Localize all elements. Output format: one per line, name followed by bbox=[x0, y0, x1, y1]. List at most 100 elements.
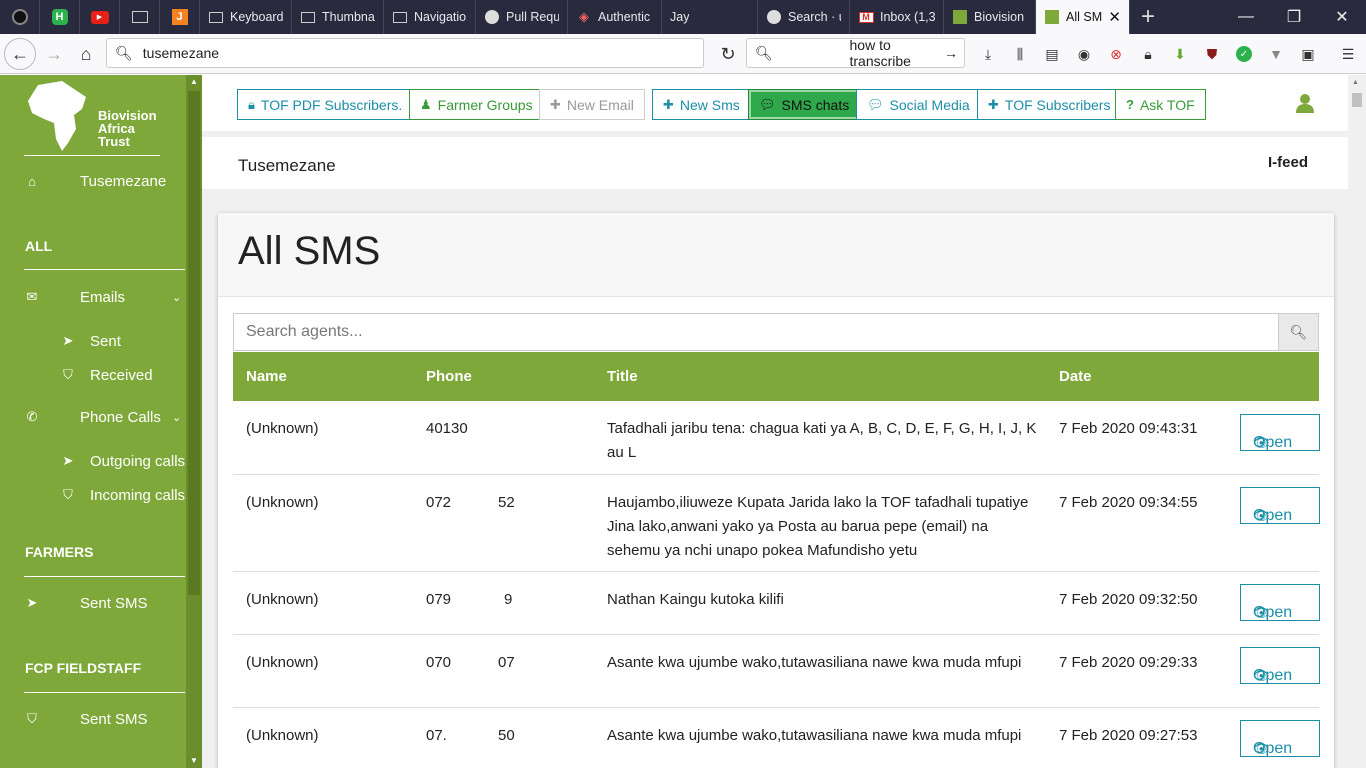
open-button[interactable]: 👁︎ Open bbox=[1240, 647, 1320, 684]
page-scrollbar[interactable]: ▲ bbox=[1348, 75, 1366, 768]
cell-phone: 40130 bbox=[426, 420, 468, 437]
sms-chats-button[interactable]: 💬︎ SMS chats bbox=[748, 89, 861, 120]
sidebar-item-emails[interactable]: ✉ Emails ⌄ bbox=[0, 285, 186, 309]
new-email-button[interactable]: ✚ New Email bbox=[539, 89, 645, 120]
extension-download-icon[interactable]: ⬇ bbox=[1164, 38, 1196, 70]
gmail-icon: M bbox=[858, 9, 874, 25]
search-bar[interactable]: 🔍︎ how to transcribe → bbox=[746, 37, 965, 69]
cell-phone: 07. bbox=[426, 727, 447, 744]
chat-icon: 💬︎ bbox=[759, 96, 776, 112]
screenshot-extension-icon[interactable]: ▣ bbox=[1292, 38, 1324, 70]
cell-title: Tafadhali jaribu tena: chagua kati ya A,… bbox=[607, 420, 1037, 461]
sidebar-scrollbar[interactable]: ▲ ▼ bbox=[186, 75, 202, 768]
tab-j[interactable]: J bbox=[160, 0, 200, 34]
tab-h[interactable]: H bbox=[40, 0, 80, 34]
home-button[interactable]: ⌂ bbox=[70, 38, 102, 70]
paper-plane-icon: ➤ bbox=[26, 595, 38, 610]
arrow-right-icon: → bbox=[45, 43, 63, 64]
person-icon: ♟ bbox=[420, 96, 432, 112]
monitor-icon bbox=[392, 9, 408, 25]
table-header: Name Phone Title Date bbox=[233, 352, 1319, 401]
sidebar-item-phone-calls[interactable]: ✆ Phone Calls ⌄ bbox=[0, 405, 186, 429]
phone-icon: ✆ bbox=[26, 409, 38, 424]
tab-jay[interactable]: Jay bbox=[662, 0, 758, 34]
url-bar[interactable]: 🔍︎ tusemezane bbox=[106, 38, 704, 68]
user-icon[interactable] bbox=[1296, 93, 1314, 118]
sidebar-item-farmers-sent-sms[interactable]: ➤ Sent SMS bbox=[0, 591, 186, 615]
obs-icon bbox=[11, 9, 28, 25]
cell-phone-suffix: 07 bbox=[498, 654, 515, 671]
social-media-button[interactable]: 💬︎ Social Media bbox=[856, 89, 981, 120]
sidebar-item-home[interactable]: ⌂ Tusemezane bbox=[0, 169, 186, 193]
menu-icon[interactable]: ☰ bbox=[1332, 38, 1364, 70]
farmer-groups-button[interactable]: ♟ Farmer Groups bbox=[409, 89, 544, 120]
search-input[interactable] bbox=[234, 314, 1278, 350]
forward-button[interactable]: → bbox=[38, 38, 70, 70]
ifeed-label[interactable]: I-feed bbox=[1268, 154, 1308, 171]
new-sms-button[interactable]: ✚ New Sms bbox=[652, 89, 751, 120]
open-button[interactable]: 👁︎ Open bbox=[1240, 487, 1320, 524]
open-button[interactable]: 👁︎ Open bbox=[1240, 720, 1320, 757]
sidebar-item-fcp-sent-sms[interactable]: ⛉ Sent SMS bbox=[0, 707, 186, 731]
tab-thumbnail[interactable]: Thumbna bbox=[292, 0, 384, 34]
biovision-logo[interactable]: Biovision Africa Trust bbox=[24, 79, 160, 155]
biovision-icon bbox=[952, 9, 968, 25]
tab-navigation[interactable]: Navigatio bbox=[384, 0, 476, 34]
open-button[interactable]: 👁︎ Open bbox=[1240, 584, 1320, 621]
open-button[interactable]: 👁︎ Open bbox=[1240, 414, 1320, 451]
sidebar-item-outgoing-calls[interactable]: ➤ Outgoing calls bbox=[0, 449, 186, 473]
scroll-up-arrow-icon[interactable]: ▲ bbox=[1352, 79, 1359, 86]
column-header-title: Title bbox=[607, 368, 638, 385]
maximize-button[interactable]: ❐ bbox=[1270, 0, 1318, 34]
tab-monitor[interactable] bbox=[120, 0, 160, 34]
sub-header: Tusemezane I-feed bbox=[202, 137, 1348, 189]
minimize-button[interactable]: — bbox=[1222, 0, 1270, 34]
sidebar-item-received[interactable]: ⛉ Received bbox=[0, 363, 186, 387]
back-button[interactable]: ← bbox=[4, 38, 36, 70]
tab-pull-requests[interactable]: Pull Requ bbox=[476, 0, 568, 34]
scroll-up-arrow-icon[interactable]: ▲ bbox=[186, 75, 202, 89]
blocker-icon[interactable]: ⊗ bbox=[1100, 38, 1132, 70]
tab-authentication[interactable]: ◈ Authentic bbox=[568, 0, 662, 34]
sidebar-item-incoming-calls[interactable]: ⛉ Incoming calls bbox=[0, 483, 186, 507]
sidebar-item-sent[interactable]: ➤ Sent bbox=[0, 329, 186, 353]
scroll-down-arrow-icon[interactable]: ▼ bbox=[186, 754, 202, 768]
tab-youtube[interactable]: ▶ bbox=[80, 0, 120, 34]
tab-obs[interactable] bbox=[0, 0, 40, 34]
search-button[interactable]: 🔍︎ bbox=[1278, 314, 1318, 350]
tab-biovision[interactable]: Biovision bbox=[944, 0, 1036, 34]
sms-card: All SMS 🔍︎ Name Phone Title Date (Unknow… bbox=[218, 213, 1334, 768]
close-window-button[interactable]: ✕ bbox=[1318, 0, 1366, 34]
go-arrow-icon[interactable]: → bbox=[944, 45, 958, 61]
new-tab-button[interactable]: + bbox=[1130, 0, 1166, 34]
scrollbar-thumb[interactable] bbox=[188, 91, 200, 595]
vpn-extension-icon[interactable]: ▼ bbox=[1260, 38, 1292, 70]
section-farmers: FARMERS bbox=[25, 544, 94, 560]
scrollbar-thumb[interactable] bbox=[1352, 93, 1362, 107]
tab-search[interactable]: Search · u bbox=[758, 0, 850, 34]
download-icon[interactable]: ⤓ bbox=[972, 38, 1004, 70]
plus-icon: ✚ bbox=[550, 96, 561, 112]
checkmark-extension-icon[interactable]: ✓ bbox=[1228, 38, 1260, 70]
ublock-icon[interactable]: ⛊ bbox=[1196, 38, 1228, 70]
home-icon: ⌂ bbox=[80, 43, 92, 64]
library-icon[interactable]: ⫼ bbox=[1004, 38, 1036, 70]
search-icon: 🔍︎ bbox=[1289, 323, 1308, 340]
cell-title: Haujambo,iliuweze Kupata Jarida lako la … bbox=[607, 494, 1029, 559]
reload-button[interactable]: ↻ bbox=[712, 38, 744, 70]
lock-extension-icon[interactable]: 🔒︎ bbox=[1132, 38, 1164, 70]
page-title: Tusemezane bbox=[238, 156, 336, 175]
account-icon[interactable]: ◉ bbox=[1068, 38, 1100, 70]
j-icon: J bbox=[171, 9, 188, 25]
inbox-icon: ⛉ bbox=[63, 367, 73, 382]
tab-all-sms[interactable]: All SM ✕ bbox=[1036, 0, 1130, 34]
tab-inbox[interactable]: M Inbox (1,3 bbox=[850, 0, 944, 34]
column-header-date: Date bbox=[1059, 368, 1092, 385]
ask-tof-button[interactable]: ? Ask TOF bbox=[1115, 89, 1206, 120]
sidebar-toggle-icon[interactable]: ▤ bbox=[1036, 38, 1068, 70]
tof-pdf-subscribers-button[interactable]: 🔒︎ TOF PDF Subscribers. bbox=[237, 89, 414, 120]
close-tab-icon[interactable]: ✕ bbox=[1108, 8, 1121, 26]
tab-keyboard[interactable]: Keyboard bbox=[200, 0, 292, 34]
monitor-icon bbox=[300, 9, 316, 25]
tof-subscribers-button[interactable]: ✚ TOF Subscribers bbox=[977, 89, 1122, 120]
